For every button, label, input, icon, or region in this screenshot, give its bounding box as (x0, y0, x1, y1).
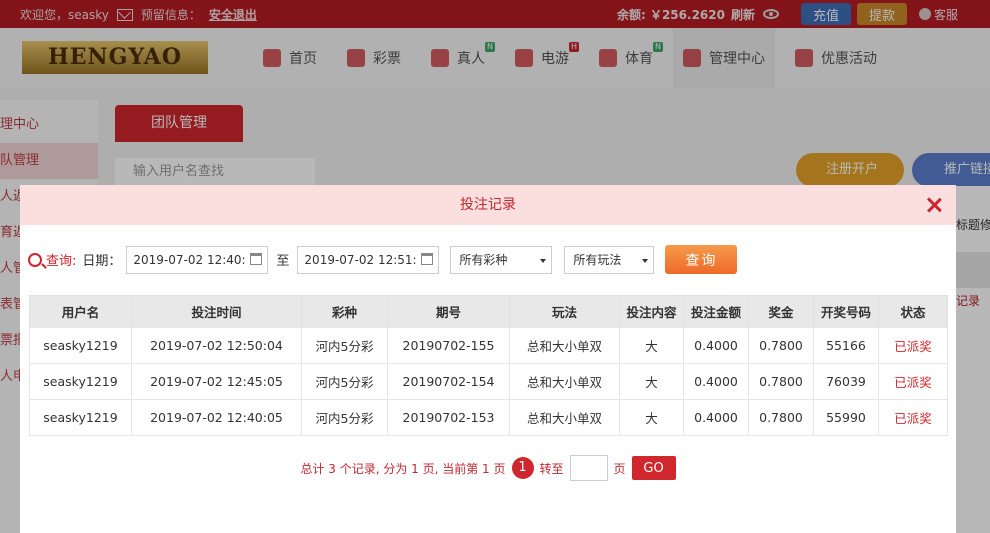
modal-title: 投注记录 (460, 197, 516, 213)
bet-record-table: 用户名 投注时间 彩种 期号 玩法 投注内容 投注金额 奖金 开奖号码 状态 s… (29, 295, 948, 436)
close-icon[interactable] (922, 193, 946, 217)
date-to-wrap (297, 245, 440, 274)
cell-bet-time: 2019-07-02 12:45:05 (131, 363, 302, 400)
column-header: 投注内容 (619, 295, 684, 328)
chevron-down-icon (540, 258, 547, 263)
calendar-icon[interactable] (421, 252, 434, 265)
cell-issue: 20190702-155 (387, 327, 510, 364)
cell-play: 总和大小单双 (509, 363, 620, 400)
cell-prize: 0.7800 (748, 363, 814, 400)
calendar-icon[interactable] (250, 252, 263, 265)
chevron-down-icon (642, 258, 649, 263)
cell-issue: 20190702-153 (387, 399, 510, 436)
search-icon (28, 252, 42, 267)
cell-draw-number: 76039 (813, 363, 879, 400)
column-header: 投注时间 (131, 295, 302, 328)
date-from-input[interactable] (126, 245, 269, 274)
cell-lottery: 河内5分彩 (301, 327, 388, 364)
cell-draw-number: 55990 (813, 399, 879, 436)
cell-username: seasky1219 (29, 327, 132, 364)
cell-amount: 0.4000 (683, 363, 749, 400)
lottery-select[interactable]: 所有彩种 (450, 245, 553, 274)
cell-issue: 20190702-154 (387, 363, 510, 400)
date-label: 日期： (82, 254, 122, 269)
go-button[interactable]: GO (631, 456, 676, 480)
lottery-select-value: 所有彩种 (459, 253, 508, 267)
column-header: 玩法 (509, 295, 620, 328)
cell-prize: 0.7800 (748, 327, 814, 364)
date-from-wrap (126, 245, 269, 274)
pager-summary: 总计 3 个记录, 分为 1 页, 当前第 1 页 (300, 461, 506, 476)
table-row: seasky1219 2019-07-02 12:50:04 河内5分彩 201… (29, 327, 948, 364)
bet-record-modal: 投注记录 查询: 日期： 至 所有彩种 所有玩法 查询 用 (20, 185, 956, 533)
modal-header: 投注记录 (20, 185, 956, 225)
column-header: 投注金额 (683, 295, 749, 328)
to-label: 至 (276, 254, 290, 269)
table-header-row: 用户名 投注时间 彩种 期号 玩法 投注内容 投注金额 奖金 开奖号码 状态 (29, 295, 948, 328)
column-header: 奖金 (748, 295, 814, 328)
cell-bet-time: 2019-07-02 12:50:04 (131, 327, 302, 364)
current-page[interactable]: 1 (511, 457, 534, 479)
cell-play: 总和大小单双 (509, 399, 620, 436)
column-header: 状态 (878, 295, 948, 328)
query-label: 查询: (46, 254, 77, 269)
page-unit-label: 页 (613, 461, 626, 476)
pagination: 总计 3 个记录, 分为 1 页, 当前第 1 页 1 转至 页 GO (20, 455, 956, 481)
query-button[interactable]: 查询 (665, 245, 738, 274)
cell-amount: 0.4000 (683, 327, 749, 364)
cell-status: 已派奖 (878, 363, 948, 400)
column-header: 彩种 (301, 295, 388, 328)
play-select[interactable]: 所有玩法 (564, 245, 655, 274)
cell-username: seasky1219 (29, 363, 132, 400)
column-header: 用户名 (29, 295, 132, 328)
column-header: 期号 (387, 295, 510, 328)
cell-lottery: 河内5分彩 (301, 363, 388, 400)
cell-username: seasky1219 (29, 399, 132, 436)
cell-bet-time: 2019-07-02 12:40:05 (131, 399, 302, 436)
cell-draw-number: 55166 (813, 327, 879, 364)
filter-bar: 查询: 日期： 至 所有彩种 所有玩法 查询 (28, 245, 738, 274)
goto-label: 转至 (539, 461, 564, 476)
play-select-value: 所有玩法 (573, 253, 622, 267)
goto-page-input[interactable] (569, 455, 608, 481)
cell-content: 大 (619, 363, 684, 400)
cell-content: 大 (619, 399, 684, 436)
table-row: seasky1219 2019-07-02 12:45:05 河内5分彩 201… (29, 363, 948, 400)
cell-status: 已派奖 (878, 399, 948, 436)
table-row: seasky1219 2019-07-02 12:40:05 河内5分彩 201… (29, 399, 948, 436)
date-to-input[interactable] (297, 245, 440, 274)
cell-amount: 0.4000 (683, 399, 749, 436)
cell-lottery: 河内5分彩 (301, 399, 388, 436)
cell-play: 总和大小单双 (509, 327, 620, 364)
column-header: 开奖号码 (813, 295, 879, 328)
cell-prize: 0.7800 (748, 399, 814, 436)
cell-content: 大 (619, 327, 684, 364)
cell-status: 已派奖 (878, 327, 948, 364)
